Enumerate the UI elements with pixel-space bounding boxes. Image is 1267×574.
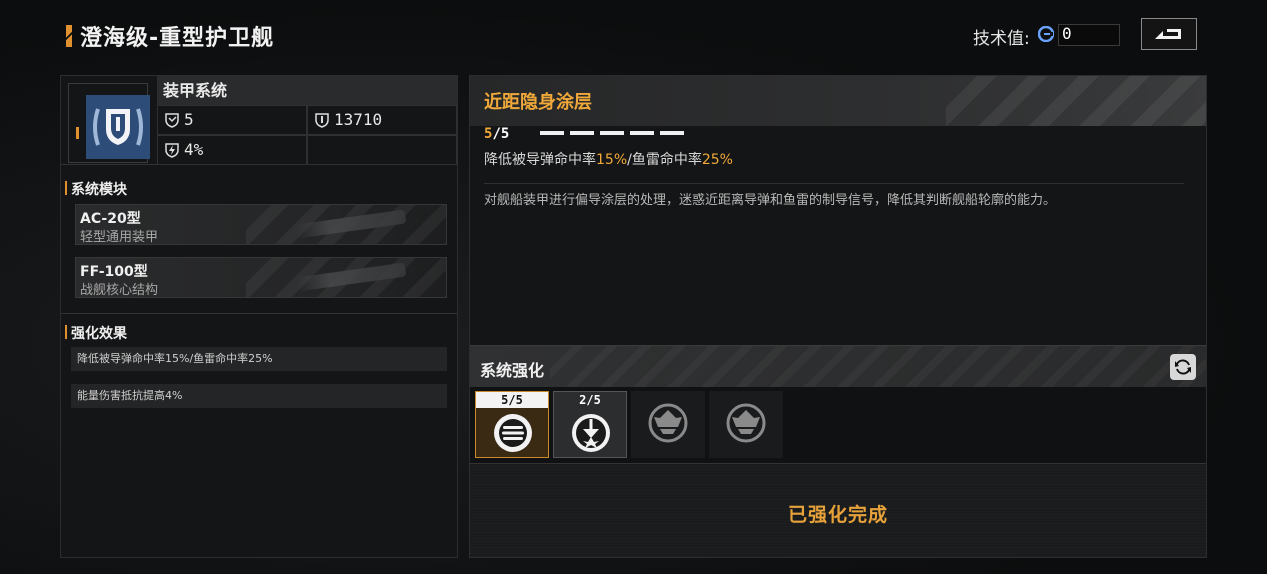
modules-title: 系统模块 bbox=[65, 179, 127, 199]
level-pip bbox=[600, 131, 624, 135]
tech-gem-icon bbox=[1038, 26, 1054, 42]
selected-marker bbox=[76, 127, 79, 139]
effects-title: 强化效果 bbox=[65, 323, 127, 343]
enhance-slot-2[interactable]: 2/5 bbox=[553, 391, 627, 458]
system-name: 装甲系统 bbox=[157, 76, 457, 105]
stat-hp-value: 13710 bbox=[334, 110, 383, 129]
enhance-title: 系统强化 bbox=[480, 361, 545, 380]
stat-cell-empty bbox=[307, 135, 457, 165]
tech-label: 技术值: bbox=[973, 29, 1030, 49]
module-desc: 战舰核心结构 bbox=[80, 283, 159, 298]
enhance-header: 系统强化 bbox=[470, 345, 1206, 388]
enhance-complete-text: 已强化完成 bbox=[787, 504, 888, 526]
stat-value-torpedo: 25% bbox=[701, 152, 733, 168]
top-bar: 澄海级-重型护卫舰 技术值: 0 bbox=[0, 0, 1267, 70]
armor-hp-icon bbox=[315, 113, 329, 128]
module-item-2[interactable]: FF-100型 战舰核心结构 bbox=[75, 257, 447, 298]
stripes-circle-icon bbox=[494, 414, 532, 452]
system-panel: 装甲系统 5 13710 4% 系统模块 AC-20型 轻型通用装甲 FF-10… bbox=[60, 75, 458, 558]
enhance-stripes bbox=[550, 346, 1206, 388]
enhance-status-panel: 已强化完成 bbox=[470, 464, 1206, 557]
stat-value-missile: 15% bbox=[596, 152, 628, 168]
page-title: 澄海级-重型护卫舰 bbox=[80, 26, 275, 51]
stat-cell-count: 5 bbox=[157, 105, 307, 135]
locked-emblem-icon bbox=[726, 403, 766, 443]
detail-separator bbox=[484, 183, 1184, 184]
level-pip bbox=[540, 131, 564, 135]
detail-panel: 近距隐身涂层 5/5 降低被导弹命中率15%/鱼雷命中率25% 对舰船装甲进行偏… bbox=[469, 75, 1207, 558]
level-indicator: 5/5 bbox=[484, 126, 509, 142]
detail-header: 近距隐身涂层 bbox=[470, 76, 1206, 126]
stat-resist-value: 4% bbox=[184, 140, 204, 159]
module-desc: 轻型通用装甲 bbox=[80, 230, 159, 245]
locked-emblem-icon bbox=[648, 403, 688, 443]
header-stripes bbox=[946, 76, 1206, 126]
enhance-slots: 5/5 2/5 bbox=[470, 387, 1206, 464]
back-button[interactable] bbox=[1141, 18, 1197, 50]
system-header: 装甲系统 5 13710 4% bbox=[61, 76, 457, 165]
detail-title: 近距隐身涂层 bbox=[484, 92, 592, 113]
slot-level: 5/5 bbox=[476, 392, 548, 408]
effect-item-1: 降低被导弹命中率15%/鱼雷命中率25% bbox=[71, 347, 447, 371]
module-name: FF-100型 bbox=[80, 264, 148, 280]
level-bars bbox=[540, 131, 684, 135]
armor-shield-icon bbox=[86, 95, 150, 159]
title-accent-mark bbox=[66, 25, 72, 47]
stat-mid: /鱼雷命中率 bbox=[627, 152, 702, 168]
refresh-button[interactable] bbox=[1170, 354, 1196, 380]
enhance-slot-3[interactable] bbox=[631, 391, 705, 458]
energy-resist-icon bbox=[165, 143, 179, 158]
enhance-slot-4[interactable] bbox=[709, 391, 783, 458]
detail-description: 对舰船装甲进行偏导涂层的处理，迷惑近距离导弹和鱼雷的制导信号，降低其判断舰船轮廓… bbox=[484, 193, 1057, 208]
level-max: /5 bbox=[492, 126, 510, 142]
module-name: AC-20型 bbox=[80, 211, 141, 227]
burst-arrow-icon bbox=[572, 414, 610, 452]
effect-item-2: 能量伤害抵抗提高4% bbox=[71, 384, 447, 408]
detail-stat-line: 降低被导弹命中率15%/鱼雷命中率25% bbox=[484, 149, 733, 169]
level-pip bbox=[630, 131, 654, 135]
enhance-slot-1[interactable]: 5/5 bbox=[475, 391, 549, 458]
stat-cell-hp: 13710 bbox=[307, 105, 457, 135]
slot-level: 2/5 bbox=[554, 392, 626, 408]
stat-prefix: 降低被导弹命中率 bbox=[484, 152, 596, 168]
shield-count-icon bbox=[165, 113, 179, 128]
level-pip bbox=[570, 131, 594, 135]
back-arrow-icon bbox=[1155, 29, 1181, 39]
tech-value: 0 bbox=[1062, 24, 1072, 43]
module-item-1[interactable]: AC-20型 轻型通用装甲 bbox=[75, 204, 447, 245]
level-pip bbox=[660, 131, 684, 135]
refresh-icon bbox=[1175, 359, 1191, 375]
stat-count-value: 5 bbox=[184, 110, 194, 129]
section-divider bbox=[61, 313, 457, 314]
stat-cell-resist: 4% bbox=[157, 135, 307, 165]
